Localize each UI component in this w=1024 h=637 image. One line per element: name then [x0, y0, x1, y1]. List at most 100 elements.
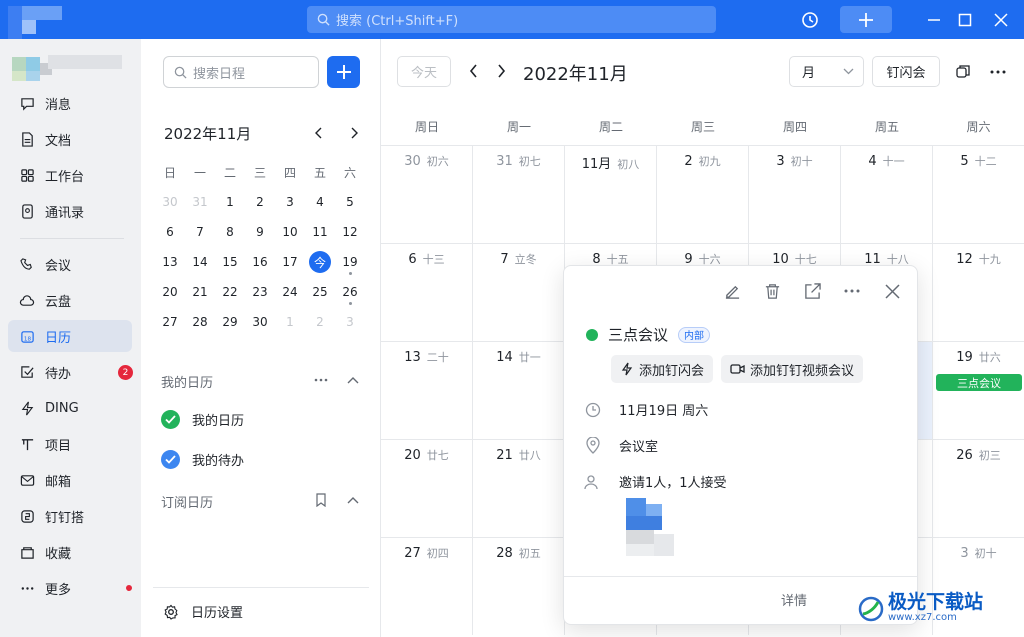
- search-schedule-input[interactable]: 搜索日程: [163, 56, 319, 88]
- create-button[interactable]: [840, 6, 892, 33]
- nav-item-messages[interactable]: 消息: [8, 87, 132, 119]
- my-calendars-more-button[interactable]: [312, 371, 330, 389]
- close-button[interactable]: [987, 6, 1015, 33]
- mini-day[interactable]: 6: [155, 217, 185, 247]
- event-more-button[interactable]: [841, 280, 863, 302]
- mini-next-month-button[interactable]: [344, 123, 364, 143]
- mini-day[interactable]: 29: [215, 307, 245, 337]
- next-month-button[interactable]: [491, 61, 511, 81]
- mini-day[interactable]: 22: [215, 277, 245, 307]
- day-cell[interactable]: 11月 初八: [565, 145, 657, 243]
- nav-item-calendar[interactable]: 18 日历: [8, 320, 132, 352]
- main-more-button[interactable]: [987, 61, 1009, 83]
- mini-day[interactable]: 31: [185, 187, 215, 217]
- share-calendar-button[interactable]: [952, 61, 974, 83]
- nav-item-meeting[interactable]: 会议: [8, 248, 132, 280]
- my-calendars-collapse-button[interactable]: [344, 371, 362, 389]
- avatar[interactable]: [12, 49, 52, 85]
- mini-day[interactable]: 17: [275, 247, 305, 277]
- edit-event-button[interactable]: [721, 280, 743, 302]
- nav-item-cloud[interactable]: 云盘: [8, 284, 132, 316]
- mini-day[interactable]: 3: [335, 307, 365, 337]
- mini-day[interactable]: 15: [215, 247, 245, 277]
- maximize-button[interactable]: [951, 6, 979, 33]
- history-button[interactable]: [796, 6, 824, 33]
- day-cell[interactable]: 30 初六: [381, 145, 473, 243]
- nav-item-workbench[interactable]: 工作台: [8, 159, 132, 191]
- view-mode-select[interactable]: 月: [789, 56, 864, 87]
- mini-day[interactable]: 12: [335, 217, 365, 247]
- nav-item-more[interactable]: 更多: [8, 572, 132, 604]
- day-cell[interactable]: 21 廿八: [473, 439, 565, 537]
- day-cell[interactable]: 14 廿一: [473, 341, 565, 439]
- nav-item-ding[interactable]: DING: [8, 392, 132, 424]
- delete-event-button[interactable]: [761, 280, 783, 302]
- nav-item-favorites[interactable]: 收藏: [8, 536, 132, 568]
- global-search-input[interactable]: 搜索 (Ctrl+Shift+F): [307, 6, 716, 33]
- event-chip[interactable]: 三点会议: [936, 374, 1022, 391]
- nav-item-project[interactable]: 项目: [8, 428, 132, 460]
- prev-month-button[interactable]: [464, 61, 484, 81]
- flash-meeting-button[interactable]: 钉闪会: [872, 56, 940, 87]
- day-cell[interactable]: 20 廿七: [381, 439, 473, 537]
- today-button[interactable]: 今天: [397, 56, 451, 87]
- mini-day[interactable]: 21: [185, 277, 215, 307]
- mini-day-with-event[interactable]: 19: [335, 247, 365, 277]
- mini-day[interactable]: 27: [155, 307, 185, 337]
- day-cell[interactable]: 6 十三: [381, 243, 473, 341]
- mini-day[interactable]: 1: [215, 187, 245, 217]
- mini-day[interactable]: 5: [335, 187, 365, 217]
- mini-day[interactable]: 4: [305, 187, 335, 217]
- nav-item-todo[interactable]: 待办 2: [8, 356, 133, 388]
- mini-day[interactable]: 9: [245, 217, 275, 247]
- mini-day-today[interactable]: 今: [305, 247, 335, 277]
- day-cell[interactable]: 27 初四: [381, 537, 473, 635]
- mini-day-with-event[interactable]: 26: [335, 277, 365, 307]
- day-cell[interactable]: 31 初七: [473, 145, 565, 243]
- invitee-avatar[interactable]: [626, 498, 674, 558]
- close-popup-button[interactable]: [881, 280, 903, 302]
- mini-day[interactable]: 3: [275, 187, 305, 217]
- day-cell[interactable]: 28 初五: [473, 537, 565, 635]
- nav-item-contacts[interactable]: 通讯录: [8, 195, 132, 227]
- event-detail-link[interactable]: 详情: [781, 590, 807, 609]
- nav-item-dingda[interactable]: 钉钉搭: [8, 500, 132, 532]
- check-circle-icon[interactable]: [161, 450, 180, 469]
- subscribe-calendar-button[interactable]: [312, 491, 330, 509]
- nav-item-mail[interactable]: 邮箱: [8, 464, 132, 496]
- mini-day[interactable]: 10: [275, 217, 305, 247]
- mini-day[interactable]: 11: [305, 217, 335, 247]
- minimize-button[interactable]: [920, 6, 948, 33]
- mini-day[interactable]: 7: [185, 217, 215, 247]
- mini-day[interactable]: 25: [305, 277, 335, 307]
- add-flash-meeting-button[interactable]: 添加钉闪会: [611, 355, 714, 383]
- mini-day[interactable]: 24: [275, 277, 305, 307]
- open-event-button[interactable]: [801, 280, 823, 302]
- mini-day[interactable]: 23: [245, 277, 275, 307]
- mini-day[interactable]: 2: [305, 307, 335, 337]
- mini-day[interactable]: 30: [245, 307, 275, 337]
- subscribed-collapse-button[interactable]: [344, 491, 362, 509]
- mini-day[interactable]: 13: [155, 247, 185, 277]
- mini-day[interactable]: 8: [215, 217, 245, 247]
- calendar-item-my-todo[interactable]: 我的待办: [161, 450, 244, 469]
- calendar-item-my-calendar[interactable]: 我的日历: [161, 410, 244, 429]
- add-video-meeting-button[interactable]: 添加钉钉视频会议: [721, 355, 864, 383]
- day-cell[interactable]: 7 立冬: [473, 243, 565, 341]
- day-cell[interactable]: 3 初十: [749, 145, 841, 243]
- day-cell[interactable]: 13 二十: [381, 341, 473, 439]
- mini-day[interactable]: 1: [275, 307, 305, 337]
- day-cell[interactable]: 26 初三: [933, 439, 1024, 537]
- mini-day[interactable]: 14: [185, 247, 215, 277]
- day-cell[interactable]: 2 初九: [657, 145, 749, 243]
- mini-day[interactable]: 16: [245, 247, 275, 277]
- nav-item-docs[interactable]: 文档: [8, 123, 132, 155]
- day-cell[interactable]: 4 十一: [841, 145, 933, 243]
- day-cell[interactable]: 19 廿六 三点会议: [933, 341, 1024, 439]
- check-circle-icon[interactable]: [161, 410, 180, 429]
- calendar-settings-button[interactable]: 日历设置: [163, 602, 243, 621]
- day-cell[interactable]: 5 十二: [933, 145, 1024, 243]
- day-cell[interactable]: 12 十九: [933, 243, 1024, 341]
- add-schedule-button[interactable]: [327, 56, 360, 88]
- mini-day[interactable]: 30: [155, 187, 185, 217]
